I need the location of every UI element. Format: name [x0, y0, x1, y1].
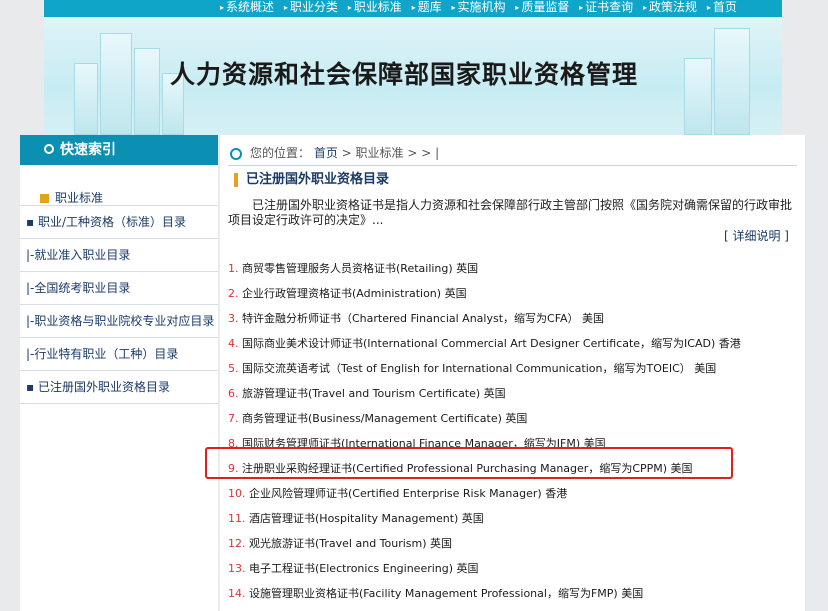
header-banner: 人力资源和社会保障部国家职业资格管理	[44, 17, 782, 135]
list-item[interactable]: 2. 企业行政管理资格证书(Administration) 英国	[222, 281, 467, 306]
highlight-box	[205, 447, 733, 479]
nav-item-quality[interactable]: ▸ 质量监督	[515, 0, 569, 14]
breadcrumb-current[interactable]: 职业标准	[356, 146, 404, 160]
building-graphic	[74, 63, 98, 135]
banner-title: 人力资源和社会保障部国家职业资格管理	[170, 60, 639, 89]
sidebar-category[interactable]: 职业标准	[40, 189, 103, 206]
list-item[interactable]: 3. 特许金融分析师证书（Chartered Financial Analyst…	[222, 306, 604, 331]
list-item[interactable]: 1. 商贸零售管理服务人员资格证书(Retailing) 英国	[222, 256, 478, 281]
marker-icon	[234, 172, 238, 187]
list-item[interactable]: 4. 国际商业美术设计师证书(International Commercial …	[222, 331, 741, 356]
list-item[interactable]: 13. 电子工程证书(Electronics Engineering) 英国	[222, 556, 479, 581]
divider	[228, 165, 797, 166]
sidebar-item-foreign-registered[interactable]: ▪ 已注册国外职业资格目录	[20, 370, 218, 404]
list-item[interactable]: 6. 旅游管理证书(Travel and Tourism Certificate…	[222, 381, 506, 406]
location-icon	[230, 147, 242, 160]
nav-item-question-bank[interactable]: ▸ 题库	[412, 0, 442, 14]
sidebar-header: 快速索引	[20, 135, 218, 165]
top-nav: ▸ 系统概述 ▸ 职业分类 ▸ 职业标准 ▸ 题库 ▸ 实施机构 ▸ 质量监督 ▸ 证书查询 …	[44, 0, 782, 17]
nav-item-policy[interactable]: ▸ 政策法规	[643, 0, 697, 14]
list-item[interactable]: 12. 观光旅游证书(Travel and Tourism) 英国	[222, 531, 452, 556]
list-item[interactable]: 5. 国际交流英语考试（Test of English for Internat…	[222, 356, 716, 381]
sidebar: 职业标准 ▪ 职业/工种资格（标准）目录 |-就业准入职业目录 |-全国统考职业…	[20, 165, 218, 611]
nav-item-institutions[interactable]: ▸ 实施机构	[451, 0, 505, 14]
nav-item-overview[interactable]: ▸ 系统概述	[220, 0, 274, 14]
building-graphic	[684, 58, 712, 135]
list-item[interactable]: 10. 企业风险管理师证书(Certified Enterprise Risk …	[222, 481, 567, 506]
breadcrumb-home[interactable]: 首页	[314, 146, 338, 160]
nav-item-classification[interactable]: ▸ 职业分类	[284, 0, 338, 14]
list-item[interactable]: 14. 设施管理职业资格证书(Facility Management Profe…	[222, 581, 643, 606]
sidebar-item-employment-access[interactable]: |-就业准入职业目录	[20, 238, 218, 271]
section-title: 已注册国外职业资格目录	[234, 168, 389, 187]
building-graphic	[134, 48, 160, 135]
nav-item-certificate-query[interactable]: ▸ 证书查询	[579, 0, 633, 14]
sidebar-item-industry-specific[interactable]: |-行业特有职业（工种）目录	[20, 337, 218, 370]
main-content: 您的位置： 首页 > 职业标准 > > | 已注册国外职业资格目录 已注册国外职…	[220, 135, 805, 611]
description: 已注册国外职业资格证书是指人力资源和社会保障部行政主管部门按照《国务院对确需保留…	[228, 198, 793, 227]
sidebar-item-occupation-catalog[interactable]: ▪ 职业/工种资格（标准）目录	[20, 205, 218, 238]
nav-item-home[interactable]: ▸ 首页	[707, 0, 737, 14]
breadcrumb: 您的位置： 首页 > 职业标准 > > |	[230, 144, 439, 161]
sidebar-item-school-mapping[interactable]: |-职业资格与职业院校专业对应目录	[20, 304, 218, 337]
detail-link[interactable]: [ 详细说明 ]	[724, 227, 789, 244]
list-item[interactable]: 7. 商务管理证书(Business/Management Certificat…	[222, 406, 527, 431]
nav-item-standards[interactable]: ▸ 职业标准	[348, 0, 402, 14]
bullet-icon	[40, 194, 49, 203]
building-graphic	[100, 33, 132, 135]
circle-icon	[44, 144, 54, 154]
list-item[interactable]: 11. 酒店管理证书(Hospitality Management) 英国	[222, 506, 484, 531]
sidebar-item-national-exam[interactable]: |-全国统考职业目录	[20, 271, 218, 304]
building-graphic	[714, 28, 750, 135]
